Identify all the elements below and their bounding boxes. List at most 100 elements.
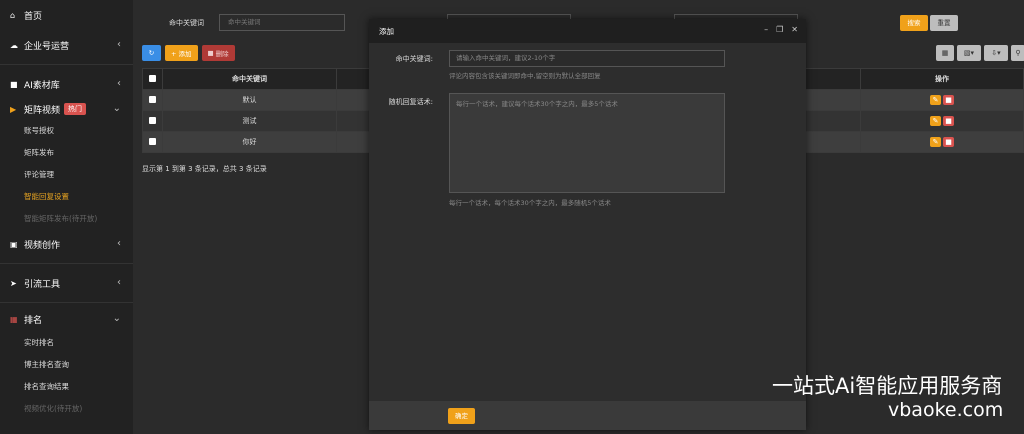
add-dialog: 添加 – ❐ ✕ 命中关键词: 请输入命中关键词，建议2-10个字 评论内容包含…	[369, 19, 806, 430]
delete-label: 删除	[215, 50, 229, 58]
chevron-down-icon: ⌄	[112, 103, 121, 114]
reset-button[interactable]: 重置	[930, 15, 958, 31]
divider	[0, 263, 133, 264]
row-keyword: 默认	[162, 89, 337, 111]
delete-button[interactable]: ■ 删除	[201, 45, 235, 61]
row-keyword: 测试	[162, 110, 337, 132]
edit-icon[interactable]: ✎	[930, 95, 941, 105]
nav-ranking[interactable]: ▦ 排名 ⌄	[0, 307, 133, 331]
keyword-input[interactable]: 请输入命中关键词，建议2-10个字	[449, 50, 725, 67]
chevron-left-icon: ‹	[117, 277, 121, 288]
row-actions: ✎ ■	[860, 110, 1024, 132]
dialog-title: 添加	[379, 26, 394, 36]
nav-enterprise[interactable]: ☁ 企业号运营 ‹	[0, 30, 133, 60]
keyword-help: 评论内容包含该关键词即命中,留空则为默认全部回复	[449, 72, 601, 80]
col-keyword: 命中关键词	[162, 68, 337, 90]
nav-ai-materials-label: AI素材库	[24, 80, 60, 91]
nav-video-create-label: 视频创作	[24, 240, 61, 251]
nav-video-create[interactable]: ▣ 视频创作 ‹	[0, 229, 133, 259]
nav-home[interactable]: ⌂ 首页	[0, 0, 133, 30]
col-action: 操作	[860, 68, 1024, 90]
reply-textarea[interactable]: 每行一个话术，建议每个话术30个字之内，最多5个话术	[449, 93, 725, 193]
trash-icon[interactable]: ■	[943, 95, 954, 105]
video-icon: ▶	[10, 104, 17, 114]
chevron-left-icon: ‹	[117, 238, 121, 249]
nav-sub-blogger-rank[interactable]: 博主排名查询	[0, 353, 133, 375]
row-select-cell	[142, 89, 163, 111]
watermark-slogan: 一站式Ai智能应用服务商	[772, 374, 1003, 398]
sidebar: ⌂ 首页 ☁ 企业号运营 ‹ ■ AI素材库 ‹ ▶ 矩阵视频 热门 ⌄ 账号授…	[0, 0, 133, 434]
nav-matrix-video-label: 矩阵视频	[24, 105, 61, 116]
search-toggle-button[interactable]: ⚲	[1011, 45, 1024, 61]
trash-icon[interactable]: ■	[943, 137, 954, 147]
search-label: 命中关键词	[169, 19, 204, 27]
cloud-icon: ☁	[10, 40, 18, 50]
row-checkbox[interactable]	[149, 116, 156, 124]
nav-traffic-tools-label: 引流工具	[24, 279, 61, 290]
row-checkbox[interactable]	[149, 137, 156, 145]
edit-icon[interactable]: ✎	[930, 116, 941, 126]
select-all-cell	[142, 68, 163, 90]
row-select-cell	[142, 131, 163, 153]
chart-icon: ▦	[10, 314, 18, 324]
send-icon: ➤	[10, 278, 17, 288]
row-keyword: 你好	[162, 131, 337, 153]
divider	[0, 302, 133, 303]
reply-help: 每行一个话术，每个话术30个字之内，最多随机5个话术	[449, 199, 611, 207]
watermark-domain: vbaoke.com	[888, 399, 1004, 421]
edit-icon[interactable]: ✎	[930, 137, 941, 147]
trash-icon[interactable]: ■	[943, 116, 954, 126]
columns-button[interactable]: ▧▾	[957, 45, 981, 61]
keyword-search-input[interactable]: 命中关键词	[219, 14, 345, 31]
nav-home-label: 首页	[24, 11, 43, 22]
nav-traffic-tools[interactable]: ➤ 引流工具 ‹	[0, 268, 133, 298]
trash-icon: ■	[207, 49, 214, 57]
maximize-icon[interactable]: ❐	[776, 25, 783, 34]
nav-sub-account-auth[interactable]: 账号授权	[0, 119, 133, 141]
close-icon[interactable]: ✕	[791, 25, 798, 34]
nav-enterprise-label: 企业号运营	[24, 41, 70, 52]
nav-sub-comment-manage[interactable]: 评论管理	[0, 163, 133, 185]
refresh-button[interactable]: ↻	[142, 45, 161, 61]
columns-icon: ▧▾	[963, 49, 975, 57]
home-icon: ⌂	[10, 10, 16, 20]
table-toolbar: ↻ + 添加 ■ 删除	[142, 45, 235, 61]
keyword-label: 命中关键词:	[395, 55, 433, 63]
add-button[interactable]: + 添加	[165, 45, 198, 61]
chevron-left-icon: ‹	[117, 78, 121, 89]
chevron-down-icon: ⌄	[112, 313, 121, 324]
dialog-header: 添加 – ❐ ✕	[369, 19, 806, 43]
film-icon: ▣	[10, 239, 18, 249]
search-icon: ⚲	[1015, 49, 1021, 57]
chevron-left-icon: ‹	[117, 39, 121, 50]
row-checkbox[interactable]	[149, 95, 156, 103]
nav-sub-video-optimize[interactable]: 视频优化(待开放)	[0, 397, 133, 419]
export-icon: ⇩▾	[991, 49, 1001, 57]
reply-label: 随机回复话术:	[388, 98, 433, 106]
select-all-checkbox[interactable]	[149, 74, 156, 82]
dialog-controls: – ❐ ✕	[764, 25, 798, 34]
row-actions: ✎ ■	[860, 89, 1024, 111]
pagination-info: 显示第 1 到第 3 条记录，总共 3 条记录	[142, 165, 267, 173]
nav-sub-smart-reply[interactable]: 智能回复设置	[0, 185, 133, 207]
divider	[0, 64, 133, 65]
nav-ranking-label: 排名	[24, 315, 43, 326]
nav-sub-rank-result[interactable]: 排名查询结果	[0, 375, 133, 397]
table-tools: ▦ ▧▾ ⇩▾ ⚲	[936, 45, 1024, 61]
search-button[interactable]: 搜索	[900, 15, 928, 31]
table-icon: ▦	[941, 49, 949, 57]
nav-sub-realtime-rank[interactable]: 实时排名	[0, 331, 133, 353]
export-button[interactable]: ⇩▾	[984, 45, 1008, 61]
row-actions: ✎ ■	[860, 131, 1024, 153]
hot-badge: 热门	[64, 103, 87, 115]
confirm-button[interactable]: 确定	[448, 408, 475, 424]
row-select-cell	[142, 110, 163, 132]
folder-icon: ■	[10, 79, 18, 89]
nav-sub-matrix-publish[interactable]: 矩阵发布	[0, 141, 133, 163]
nav-matrix-video[interactable]: ▶ 矩阵视频 热门 ⌄	[0, 99, 133, 119]
table-view-button[interactable]: ▦	[936, 45, 954, 61]
minimize-icon[interactable]: –	[764, 25, 768, 34]
nav-sub-smart-matrix[interactable]: 智能矩阵发布(待开放)	[0, 207, 133, 229]
nav-ai-materials[interactable]: ■ AI素材库 ‹	[0, 69, 133, 99]
dialog-footer: 确定	[369, 401, 806, 430]
